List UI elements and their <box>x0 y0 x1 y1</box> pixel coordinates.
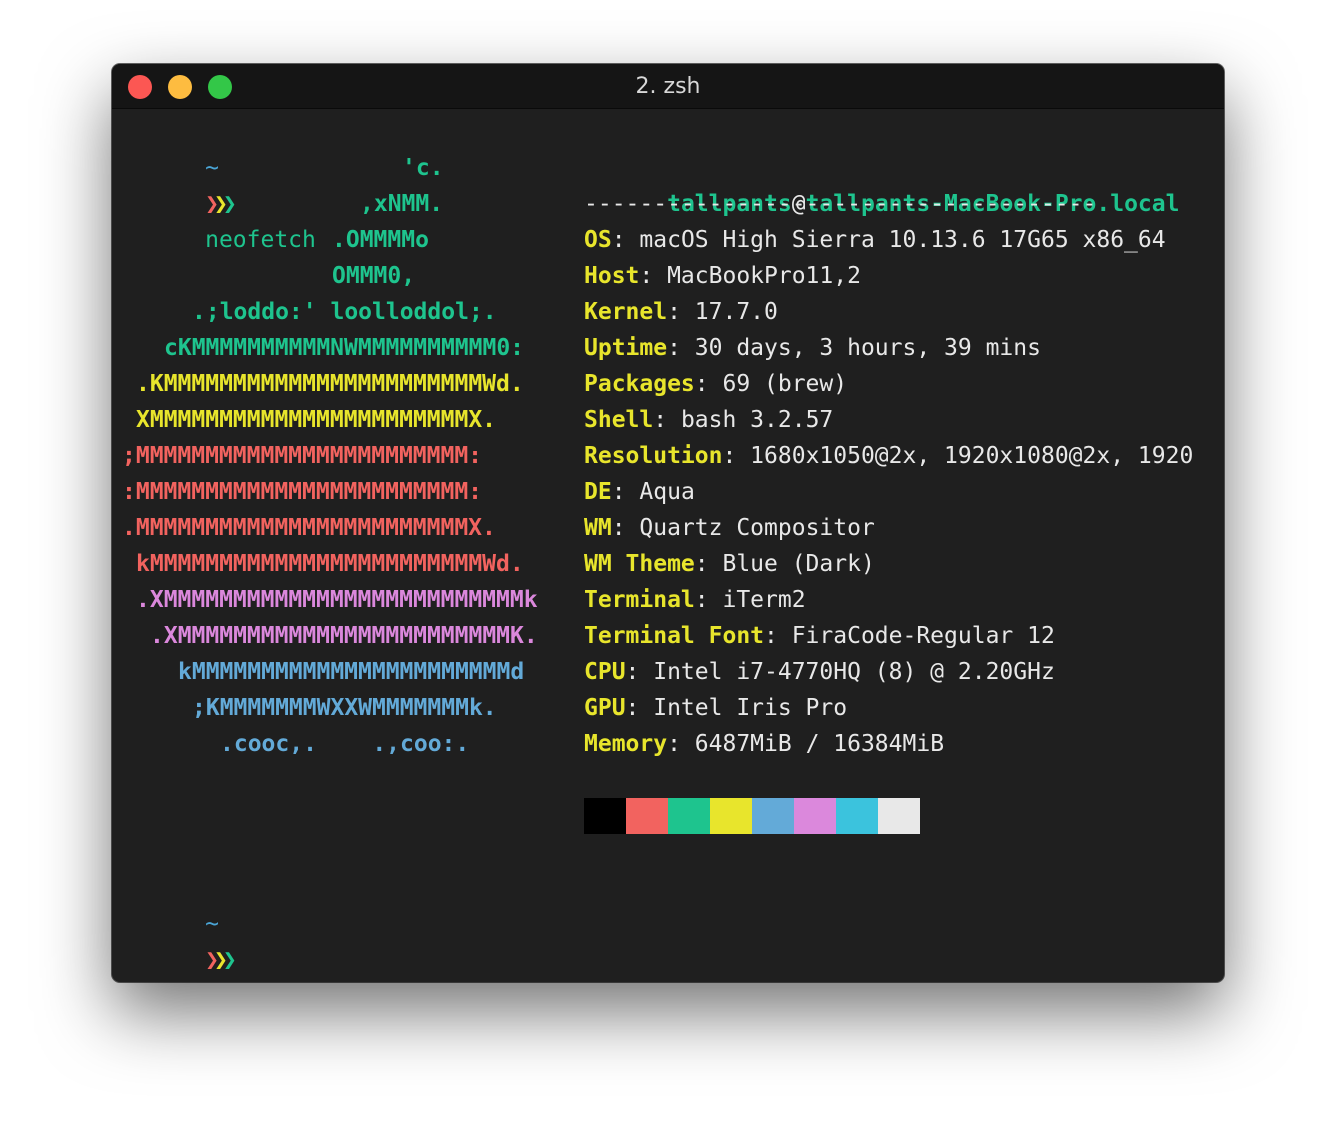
color-swatch <box>752 798 794 834</box>
command-text: neofetch <box>205 227 316 253</box>
info-row: GPU: Intel Iris Pro <box>584 690 847 726</box>
info-row: CPU: Intel i7-4770HQ (8) @ 2.20GHz <box>584 654 1055 690</box>
logo-line: XMMMMMMMMMMMMMMMMMMMMMMMX. <box>136 407 497 433</box>
logo-line: cKMMMMMMMMMMNWMMMMMMMMMM0: <box>164 335 525 361</box>
info-row: Terminal: iTerm2 <box>584 582 806 618</box>
logo-line: .MMMMMMMMMMMMMMMMMMMMMMMMX. <box>122 515 496 541</box>
info-value: : FiraCode-Regular 12 <box>764 623 1055 649</box>
info-row: Kernel: 17.7.0 <box>584 294 778 330</box>
info-value: : 30 days, 3 hours, 39 mins <box>667 335 1041 361</box>
info-value: : macOS High Sierra 10.13.6 17G65 x86_64 <box>611 227 1166 253</box>
color-swatch <box>710 798 752 834</box>
prompt-tilde: ~ <box>205 911 219 937</box>
prompt-arrow-icon: ❯ <box>222 947 237 973</box>
separator-line: ------------------------------------- <box>584 191 1097 217</box>
info-row: WM Theme: Blue (Dark) <box>584 546 875 582</box>
info-value: : Quartz Compositor <box>611 515 875 541</box>
info-value: : 69 (brew) <box>694 371 848 397</box>
logo-line: .KMMMMMMMMMMMMMMMMMMMMMMMWd. <box>136 371 524 397</box>
logo-line: :MMMMMMMMMMMMMMMMMMMMMMMM: <box>122 479 483 505</box>
prompt-line-current[interactable]: ~ ❯❯❯ <box>122 870 237 973</box>
info-label: Packages <box>584 371 695 397</box>
color-swatch <box>794 798 836 834</box>
prompt-arrow-icon: ❯ <box>213 191 228 217</box>
prompt-arrow-icon: ❯ <box>213 947 228 973</box>
info-value: : Intel i7-4770HQ (8) @ 2.20GHz <box>625 659 1055 685</box>
logo-line: ;KMMMMMMMWXXWMMMMMMMk. <box>192 695 497 721</box>
color-swatch <box>836 798 878 834</box>
info-row: Host: MacBookPro11,2 <box>584 258 861 294</box>
terminal-output[interactable]: ~ ❯❯❯ neofetch 'c. ,xNMM. .OMMMMo OMMM0, .;l… <box>112 64 1224 973</box>
color-swatch <box>626 798 668 834</box>
info-value: : iTerm2 <box>694 587 806 613</box>
logo-line: OMMM0, <box>332 263 416 289</box>
info-value: : 6487MiB / 16384MiB <box>667 731 945 757</box>
prompt-line: ~ ❯❯❯ neofetch <box>122 114 316 253</box>
logo-line: .OMMMMo <box>332 227 429 253</box>
info-label: Terminal <box>584 587 695 613</box>
logo-line: ;MMMMMMMMMMMMMMMMMMMMMMMM: <box>122 443 483 469</box>
info-value: : 1680x1050@2x, 1920x1080@2x, 1920 <box>722 443 1194 469</box>
info-row: DE: Aqua <box>584 474 695 510</box>
info-label: Kernel <box>584 299 668 325</box>
prompt-arrow-icon: ❯ <box>205 947 219 973</box>
color-swatch <box>584 798 626 834</box>
logo-line: .XMMMMMMMMMMMMMMMMMMMMMMMMK. <box>150 623 538 649</box>
user-host-line: tallpants@tallpants-MacBook-Pro.local <box>584 150 1179 217</box>
info-label: CPU <box>584 659 626 685</box>
info-row: Terminal Font: FiraCode-Regular 12 <box>584 618 1055 654</box>
logo-line: ,xNMM. <box>360 191 444 217</box>
info-label: Uptime <box>584 335 668 361</box>
info-row: Packages: 69 (brew) <box>584 366 847 402</box>
logo-line: .;loddo:' loolloddol;. <box>192 299 497 325</box>
info-row: Uptime: 30 days, 3 hours, 39 mins <box>584 330 1041 366</box>
info-value: : bash 3.2.57 <box>653 407 834 433</box>
logo-line: .XMMMMMMMMMMMMMMMMMMMMMMMMMMk <box>136 587 538 613</box>
info-label: DE <box>584 479 612 505</box>
logo-line: kMMMMMMMMMMMMMMMMMMMMMMMd <box>178 659 525 685</box>
info-row: OS: macOS High Sierra 10.13.6 17G65 x86_… <box>584 222 1166 258</box>
color-swatch <box>878 798 920 834</box>
prompt-arrow-icon: ❯ <box>205 191 219 217</box>
info-value: : Aqua <box>611 479 695 505</box>
info-row: Resolution: 1680x1050@2x, 1920x1080@2x, … <box>584 438 1193 474</box>
prompt-arrow-icon: ❯ <box>222 191 237 217</box>
info-value: : 17.7.0 <box>667 299 778 325</box>
info-label: Host <box>584 263 640 289</box>
logo-line: 'c. <box>402 155 444 181</box>
title-bar[interactable]: 2. zsh <box>112 64 1224 109</box>
info-label: GPU <box>584 695 626 721</box>
info-label: Resolution <box>584 443 723 469</box>
info-label: Terminal Font <box>584 623 765 649</box>
info-label: Shell <box>584 407 654 433</box>
info-value: : Intel Iris Pro <box>625 695 848 721</box>
window-title: 2. zsh <box>635 74 701 99</box>
terminal-window: 2. zsh ~ ❯❯❯ neofetch 'c. ,xNMM. .OMMMMo OM… <box>112 64 1224 982</box>
info-row: Shell: bash 3.2.57 <box>584 402 833 438</box>
color-swatch <box>668 798 710 834</box>
prompt-tilde: ~ <box>205 155 219 181</box>
info-value: : MacBookPro11,2 <box>639 263 861 289</box>
info-label: OS <box>584 227 612 253</box>
logo-line: .cooc,. .,coo:. <box>220 731 470 757</box>
logo-line: kMMMMMMMMMMMMMMMMMMMMMMMMWd. <box>136 551 524 577</box>
info-label: WM Theme <box>584 551 695 577</box>
info-value: : Blue (Dark) <box>694 551 875 577</box>
info-row: Memory: 6487MiB / 16384MiB <box>584 726 944 762</box>
info-row: WM: Quartz Compositor <box>584 510 875 546</box>
info-label: Memory <box>584 731 668 757</box>
info-label: WM <box>584 515 612 541</box>
